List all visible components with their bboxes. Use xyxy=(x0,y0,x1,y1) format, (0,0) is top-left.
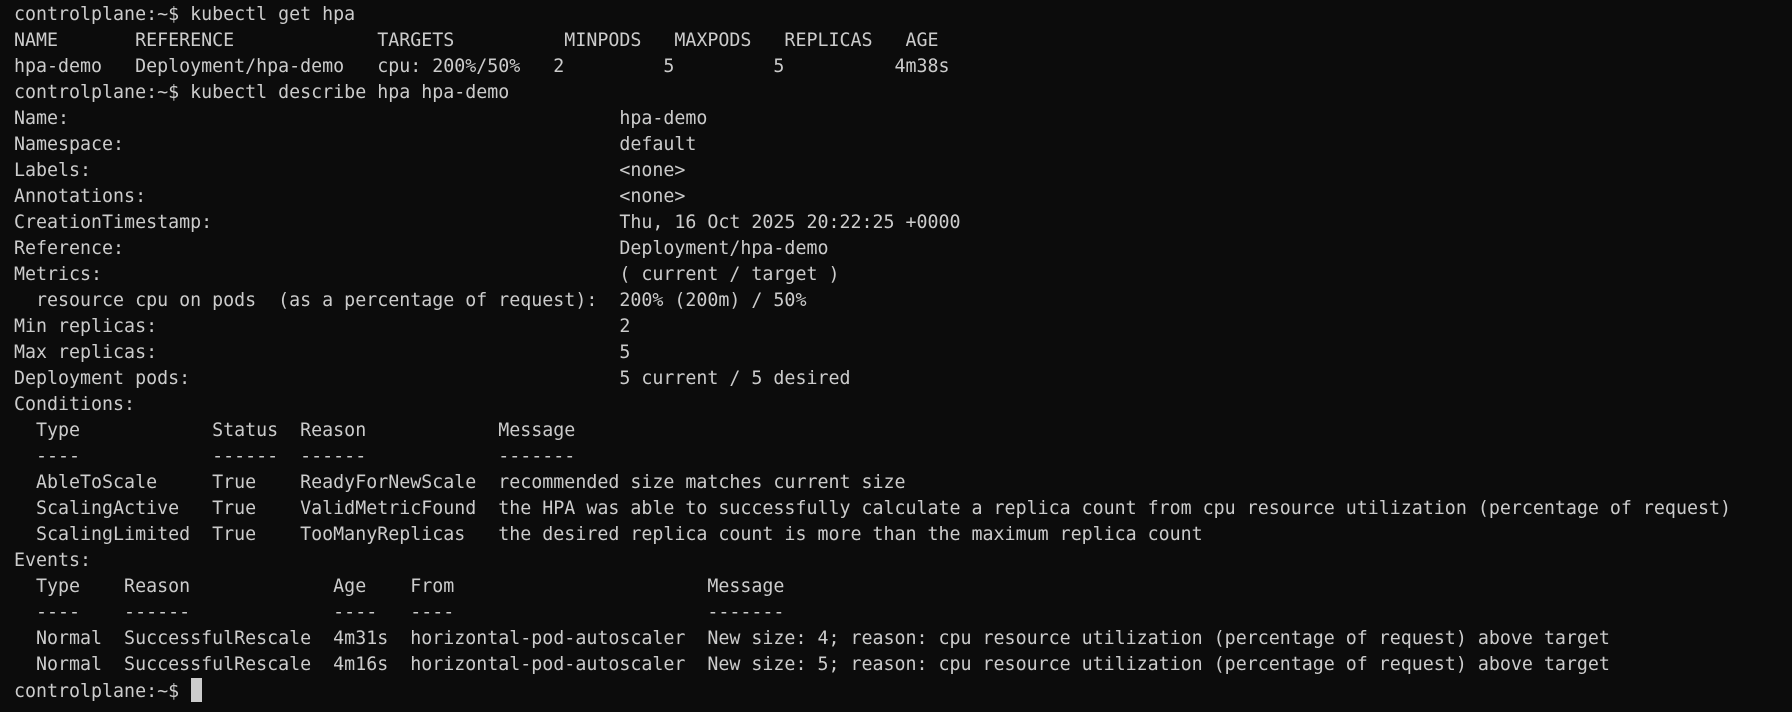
describe-metrics-cpu: resource cpu on pods (as a percentage of… xyxy=(14,290,807,311)
command-line-describe-hpa: controlplane:~$ kubectl describe hpa hpa… xyxy=(14,82,510,103)
conditions-table-row: ScalingActive True ValidMetricFound the … xyxy=(14,498,1731,519)
describe-deployment-pods: Deployment pods: 5 current / 5 desired xyxy=(14,368,851,389)
describe-creation-timestamp: CreationTimestamp: Thu, 16 Oct 2025 20:2… xyxy=(14,212,961,233)
active-prompt-line[interactable]: controlplane:~$ xyxy=(14,678,1792,704)
conditions-table-header: Type Status Reason Message xyxy=(14,420,576,441)
describe-max-replicas: Max replicas: 5 xyxy=(14,342,631,363)
conditions-table-divider: ---- ------ ------ ------- xyxy=(14,446,576,467)
text-cursor[interactable] xyxy=(191,678,203,702)
describe-annotations: Annotations: <none> xyxy=(14,186,686,207)
describe-reference: Reference: Deployment/hpa-demo xyxy=(14,238,829,259)
describe-name: Name: hpa-demo xyxy=(14,108,708,129)
conditions-table-row: AbleToScale True ReadyForNewScale recomm… xyxy=(14,472,906,493)
conditions-heading: Conditions: xyxy=(14,394,136,415)
describe-labels: Labels: <none> xyxy=(14,160,686,181)
describe-metrics: Metrics: ( current / target ) xyxy=(14,264,840,285)
events-heading: Events: xyxy=(14,550,92,571)
describe-namespace: Namespace: default xyxy=(14,134,697,155)
terminal-window[interactable]: controlplane:~$ kubectl get hpa NAME REF… xyxy=(0,0,1792,712)
hpa-table-row: hpa-demo Deployment/hpa-demo cpu: 200%/5… xyxy=(14,56,950,77)
shell-prompt: controlplane:~$ xyxy=(14,681,191,702)
events-table-divider: ---- ------ ---- ---- ------- xyxy=(14,602,785,623)
events-table-row: Normal SuccessfulRescale 4m16s horizonta… xyxy=(14,654,1610,675)
conditions-table-row: ScalingLimited True TooManyReplicas the … xyxy=(14,524,1203,545)
hpa-table-header: NAME REFERENCE TARGETS MINPODS MAXPODS R… xyxy=(14,30,939,51)
events-table-row: Normal SuccessfulRescale 4m31s horizonta… xyxy=(14,628,1610,649)
command-line-get-hpa: controlplane:~$ kubectl get hpa xyxy=(14,4,356,25)
describe-min-replicas: Min replicas: 2 xyxy=(14,316,631,337)
events-table-header: Type Reason Age From Message xyxy=(14,576,785,597)
